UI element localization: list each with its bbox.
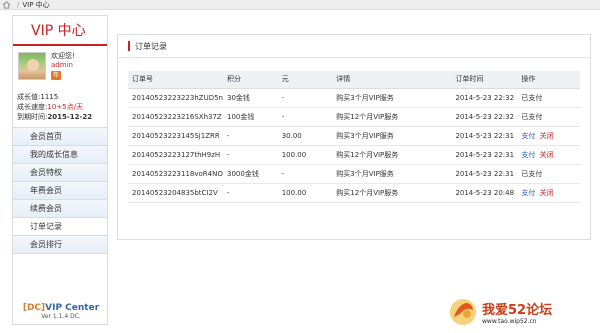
order-status: 已支付 <box>517 88 580 108</box>
pay-link[interactable]: 支付 <box>521 132 535 140</box>
footer-version: Ver 1.1.4 DC. <box>41 313 81 320</box>
order-actions: 支付 关闭 <box>517 126 580 146</box>
growth-value: 1115 <box>40 93 59 101</box>
sidebar-title: VIP 中心 <box>13 16 107 46</box>
col-action: 操作 <box>517 71 580 89</box>
user-box: 欢迎您! admin 年 <box>13 46 107 90</box>
sidebar-item-renew[interactable]: 续费会员 <box>13 200 107 218</box>
order-detail: 购买3个月VIP服务 <box>332 88 452 108</box>
avatar[interactable] <box>18 52 46 80</box>
page-title: 订单记录 <box>135 41 167 51</box>
table-row: 20140523223145Sj1ZRR - 30.00 购买3个月VIP服务 … <box>128 126 580 146</box>
order-id: 20140523223127thH9zH <box>128 145 223 165</box>
order-id: 20140523204835btCI2V <box>128 183 223 203</box>
order-points: 100金钱 <box>223 107 278 127</box>
table-row: 20140523204835btCI2V - 100.00 购买12个月VIP服… <box>128 183 580 203</box>
forum-logo-icon <box>450 299 476 325</box>
order-time: 2014-5-23 22:31 <box>451 145 518 165</box>
order-status: 已支付 <box>517 164 580 184</box>
order-detail: 购买12个月VIP服务 <box>332 145 452 165</box>
home-icon[interactable] <box>2 0 11 9</box>
breadcrumb: / VIP 中心 <box>0 0 600 10</box>
order-actions: 支付 关闭 <box>517 145 580 165</box>
watermark: 我爱52论坛 www.tao.wip52.cn <box>448 295 598 329</box>
sidebar-item-annual-member[interactable]: 年费会员 <box>13 182 107 200</box>
order-yuan: - <box>277 164 333 184</box>
year-member-badge: 年 <box>51 71 62 80</box>
sidebar-item-ranking[interactable]: 会员排行 <box>13 236 107 254</box>
order-yuan: 100.00 <box>277 183 333 203</box>
order-detail: 购买3个月VIP服务 <box>332 126 452 146</box>
table-row: 20140523223127thH9zH - 100.00 购买12个月VIP服… <box>128 145 580 165</box>
watermark-url: www.tao.wip52.cn <box>482 318 537 325</box>
sidebar-item-orders[interactable]: 订单记录 <box>13 218 107 236</box>
table-row: 20140523223223hZUD5n 30金钱 - 购买3个月VIP服务 2… <box>128 88 580 108</box>
order-id: 20140523223216SXh37Z <box>128 107 223 127</box>
growth-speed: 10+5点/天 <box>47 103 83 111</box>
panel-header: 订单记录 <box>118 35 590 58</box>
footer-title: VIP Center <box>45 303 100 313</box>
order-yuan: 30.00 <box>277 126 333 146</box>
order-detail: 购买3个月VIP服务 <box>332 164 452 184</box>
order-table: 订单号 积分 元 详情 订单时间 操作 20140523223223hZUD5n… <box>128 71 580 203</box>
sidebar-item-home[interactable]: 会员首页 <box>13 128 107 146</box>
close-link[interactable]: 关闭 <box>540 189 554 197</box>
pay-link[interactable]: 支付 <box>521 189 535 197</box>
sidebar-menu: 会员首页 我的成长信息 会员特权 年费会员 续费会员 订单记录 会员排行 <box>13 127 107 254</box>
order-points: 30金钱 <box>223 88 278 108</box>
order-yuan: - <box>277 88 333 108</box>
col-points: 积分 <box>223 71 278 89</box>
order-detail: 购买12个月VIP服务 <box>332 107 452 127</box>
growth-value-label: 成长值: <box>17 93 41 101</box>
col-yuan: 元 <box>277 71 333 89</box>
order-yuan: - <box>277 107 333 127</box>
welcome-text: 欢迎您! <box>51 52 75 60</box>
order-time: 2014-5-23 22:32 <box>451 88 518 108</box>
header-accent <box>128 41 130 51</box>
member-stats: 成长值:1115 成长速度:10+5点/天 到期时间:2015-12-22 <box>13 90 107 124</box>
order-points: - <box>223 183 278 203</box>
pay-link[interactable]: 支付 <box>521 151 535 159</box>
footer-brand: [DC] <box>22 303 46 313</box>
order-time: 2014-5-23 22:31 <box>451 126 518 146</box>
order-id: 20140523223223hZUD5n <box>128 88 223 108</box>
watermark-text: 我爱52论坛 <box>482 303 553 318</box>
breadcrumb-current[interactable]: VIP 中心 <box>22 0 49 10</box>
sidebar-item-growth-info[interactable]: 我的成长信息 <box>13 146 107 164</box>
order-panel: 订单记录 订单号 积分 元 详情 订单时间 操作 20140523223223h… <box>117 34 591 240</box>
order-actions: 支付 关闭 <box>517 183 580 203</box>
order-points: 3000金钱 <box>223 164 278 184</box>
col-detail: 详情 <box>332 71 452 89</box>
sidebar-item-privileges[interactable]: 会员特权 <box>13 164 107 182</box>
table-header-row: 订单号 积分 元 详情 订单时间 操作 <box>128 71 580 89</box>
col-time: 订单时间 <box>451 71 518 89</box>
sidebar: VIP 中心 欢迎您! admin 年 成长值:1115 成长速度:10+5点/… <box>12 15 108 325</box>
order-time: 2014-5-23 22:32 <box>451 107 518 127</box>
growth-speed-label: 成长速度: <box>17 103 48 111</box>
order-yuan: 100.00 <box>277 145 333 165</box>
expire-date: 2015-12-22 <box>47 113 93 121</box>
order-detail: 购买12个月VIP服务 <box>332 183 452 203</box>
order-points: - <box>223 145 278 165</box>
col-order-id: 订单号 <box>128 71 223 89</box>
breadcrumb-separator: / <box>17 0 20 9</box>
table-row: 20140523223216SXh37Z 100金钱 - 购买12个月VIP服务… <box>128 107 580 127</box>
table-row: 20140523223118voR4NO 3000金钱 - 购买3个月VIP服务… <box>128 164 580 184</box>
order-id: 20140523223118voR4NO <box>128 164 223 184</box>
order-time: 2014-5-23 20:48 <box>451 183 518 203</box>
order-status: 已支付 <box>517 107 580 127</box>
vip-center-footer: [DC]VIP Center Ver 1.1.4 DC. <box>13 303 109 320</box>
order-points: - <box>223 126 278 146</box>
order-time: 2014-5-23 22:31 <box>451 164 518 184</box>
order-id: 20140523223145Sj1ZRR <box>128 126 223 146</box>
expire-label: 到期时间: <box>17 113 48 121</box>
username-link[interactable]: admin <box>51 61 75 70</box>
close-link[interactable]: 关闭 <box>540 132 554 140</box>
close-link[interactable]: 关闭 <box>540 151 554 159</box>
